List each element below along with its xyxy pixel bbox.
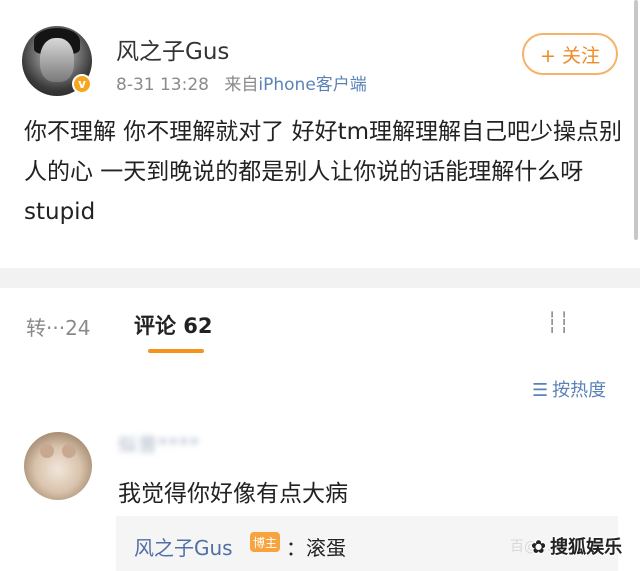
commenter-name[interactable]: 似曾**** <box>118 430 200 457</box>
post-source[interactable]: iPhone客户端 <box>258 75 366 95</box>
sort-icon: ☰ <box>532 380 549 401</box>
sort-button[interactable]: ☰ 按热度 <box>532 376 606 402</box>
watermark-label: 搜狐娱乐 <box>550 537 623 558</box>
post-username[interactable]: 风之子Gus <box>116 32 229 66</box>
avatar-face <box>40 38 74 82</box>
author-badge: 博主 <box>250 532 280 552</box>
follow-button[interactable]: + 关注 <box>522 33 618 75</box>
source-prefix: 来自 <box>224 75 259 95</box>
scrollbar[interactable] <box>634 0 638 240</box>
reply-text: ：滚蛋 <box>286 532 346 561</box>
tab-reposts[interactable]: 转···24 <box>26 312 91 341</box>
comment-text: 我觉得你好像有点大病 <box>118 481 348 507</box>
post-meta: 8-31 13:28 来自iPhone客户端 <box>116 70 367 95</box>
tab-comments[interactable]: 评论 62 <box>134 310 213 340</box>
sohu-logo-icon: ✿ <box>531 537 547 558</box>
post-content: 你不理解 你不理解就对了 好好tm理解理解自己吧少操点别人的心 一天到晚说的都是… <box>24 119 623 225</box>
commenter-avatar[interactable] <box>24 432 92 500</box>
tab-likes[interactable]: ┆┆ <box>546 310 570 334</box>
sort-label: 按热度 <box>552 380 607 401</box>
post-timestamp: 8-31 13:28 <box>116 75 209 95</box>
hamster-ear-left <box>40 444 54 458</box>
verified-badge-icon: v <box>72 74 92 94</box>
reply-username[interactable]: 风之子Gus <box>134 532 233 561</box>
watermark: ✿ 搜狐娱乐 <box>531 533 622 559</box>
section-divider <box>0 268 640 288</box>
reply-separator: ： <box>286 536 306 560</box>
active-tab-indicator <box>148 349 204 353</box>
reply-content: 滚蛋 <box>306 536 346 560</box>
weibo-post: v 风之子Gus 8-31 13:28 来自iPhone客户端 + 关注 你不理… <box>0 0 640 270</box>
tab-bar: 转···24 评论 62 ┆┆ <box>0 288 640 360</box>
hamster-ear-right <box>62 444 76 458</box>
